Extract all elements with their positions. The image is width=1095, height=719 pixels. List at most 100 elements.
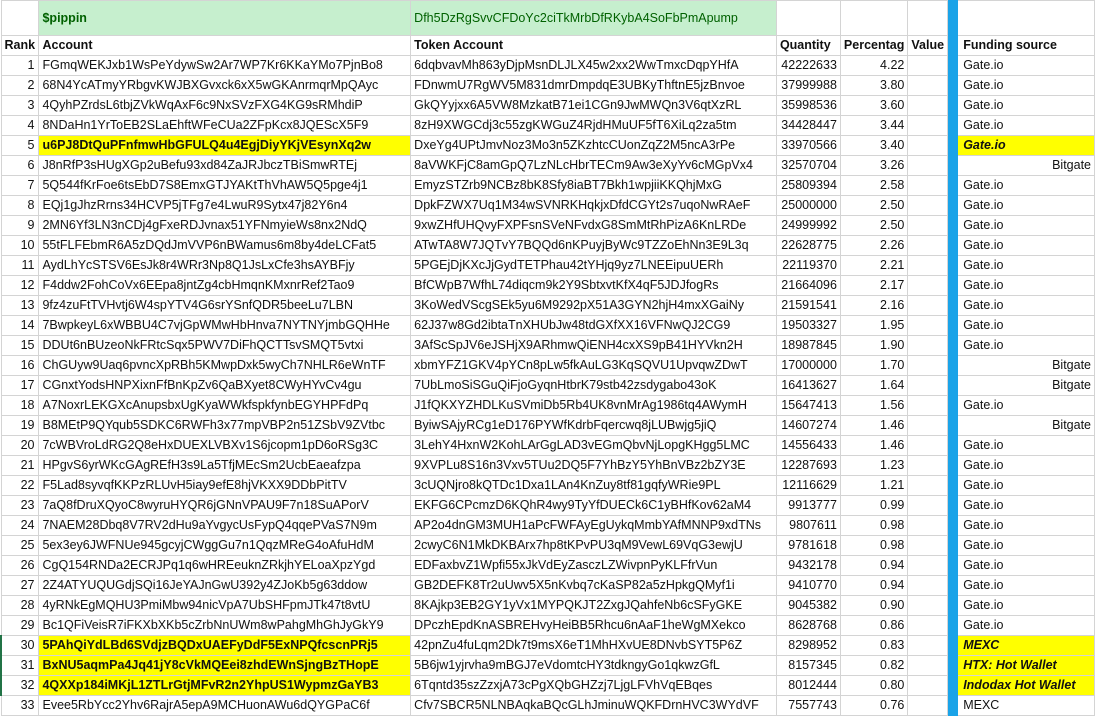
account-cell[interactable]: 2Z4ATYUQUGdjSQi16JeYAJnGwU392y4ZJoKb5g63… — [38, 575, 412, 596]
percentage-cell[interactable]: 1.95 — [839, 315, 909, 336]
header-funding[interactable]: Funding source — [957, 35, 1095, 56]
rank-cell[interactable]: 22 — [0, 475, 40, 496]
cell-empty[interactable] — [957, 0, 1095, 36]
value-cell[interactable] — [907, 615, 949, 636]
rank-cell[interactable]: 8 — [0, 195, 40, 216]
funding-source-cell[interactable]: Gate.io — [957, 455, 1095, 476]
token-account-cell[interactable]: GkQYyjxx6A5VW8MzkatB71ei1CGn9JwMWQn3V6qt… — [410, 95, 777, 116]
token-account-cell[interactable]: AP2o4dnGM3MUH1aPcFWFAyEgUykqMmbYAfMNNP9x… — [410, 515, 777, 536]
rank-cell[interactable]: 33 — [0, 695, 40, 716]
percentage-cell[interactable]: 0.86 — [839, 615, 909, 636]
percentage-cell[interactable]: 1.70 — [839, 355, 909, 376]
funding-source-cell[interactable]: Gate.io — [957, 135, 1095, 156]
account-cell[interactable]: F5Lad8syvqfKKPzRLUvH5iay9efE8hjVKXX9DDbP… — [38, 475, 412, 496]
account-cell[interactable]: 7NAEM28Dbq8V7RV2dHu9aYvgycUsFypQ4qqePVaS… — [38, 515, 412, 536]
value-cell[interactable] — [907, 275, 949, 296]
quantity-cell[interactable]: 9781618 — [775, 535, 841, 556]
value-cell[interactable] — [907, 415, 949, 436]
quantity-cell[interactable]: 12287693 — [775, 455, 841, 476]
quantity-cell[interactable]: 22119370 — [775, 255, 841, 276]
token-account-cell[interactable]: Cfv7SBCR5NLNBAqkaBQcGLhJminuWQKFDrnHVC3W… — [410, 695, 777, 716]
rank-cell[interactable]: 6 — [0, 155, 40, 176]
rank-cell[interactable]: 7 — [0, 175, 40, 196]
cell-empty[interactable] — [775, 0, 841, 36]
value-cell[interactable] — [907, 155, 949, 176]
rank-cell[interactable]: 14 — [0, 315, 40, 336]
percentage-cell[interactable]: 2.58 — [839, 175, 909, 196]
token-account-cell[interactable]: 3AfScSpJV6eJSHjX9ARhmwQiENH4cxXS9pB41HYV… — [410, 335, 777, 356]
token-account-cell[interactable]: 42pnZu4fuLqm2Dk7t9msX6eT1MhHXvUE8DNvbSYT… — [410, 635, 777, 656]
funding-source-cell[interactable]: Gate.io — [957, 555, 1095, 576]
rank-cell[interactable]: 1 — [0, 55, 40, 76]
funding-source-cell[interactable]: Bitgate — [957, 355, 1095, 376]
account-cell[interactable]: 4QyhPZrdsL6tbjZVkWqAxF6c9NxSVzFXG4KG9sRM… — [38, 95, 412, 116]
funding-source-cell[interactable]: Gate.io — [957, 55, 1095, 76]
funding-source-cell[interactable]: MEXC — [957, 635, 1095, 656]
rank-cell[interactable]: 20 — [0, 435, 40, 456]
quantity-cell[interactable]: 24999992 — [775, 215, 841, 236]
token-account-cell[interactable]: xbmYFZ1GKV4pYCn8pLw5fkAuLG3KqSQVU1UpvqwZ… — [410, 355, 777, 376]
rank-cell[interactable]: 18 — [0, 395, 40, 416]
quantity-cell[interactable]: 9807611 — [775, 515, 841, 536]
value-cell[interactable] — [907, 535, 949, 556]
value-cell[interactable] — [907, 695, 949, 716]
value-cell[interactable] — [907, 655, 949, 676]
cell-empty[interactable] — [839, 0, 909, 36]
percentage-cell[interactable]: 2.50 — [839, 215, 909, 236]
quantity-cell[interactable]: 12116629 — [775, 475, 841, 496]
rank-cell[interactable]: 26 — [0, 555, 40, 576]
value-cell[interactable] — [907, 515, 949, 536]
value-cell[interactable] — [907, 175, 949, 196]
token-account-cell[interactable]: J1fQKXYZHDLKuSVmiDb5Rb4UK8vnMrAg1986tq4A… — [410, 395, 777, 416]
rank-cell[interactable]: 5 — [0, 135, 40, 156]
quantity-cell[interactable]: 8298952 — [775, 635, 841, 656]
percentage-cell[interactable]: 3.44 — [839, 115, 909, 136]
value-cell[interactable] — [907, 675, 949, 696]
percentage-cell[interactable]: 3.40 — [839, 135, 909, 156]
token-account-cell[interactable]: ATwTA8W7JQTvY7BQQd6nKPuyjByWc9TZZoEhNn3E… — [410, 235, 777, 256]
funding-source-cell[interactable]: Gate.io — [957, 395, 1095, 416]
account-cell[interactable]: CgQ154RNDa2ECRJPq1q6wHREeuknZRkjhYELoaXp… — [38, 555, 412, 576]
quantity-cell[interactable]: 9432178 — [775, 555, 841, 576]
token-account-cell[interactable]: DpkFZWX7Uq1M34wSVNRKHqkjxDfdCGYt2s7uqoNw… — [410, 195, 777, 216]
account-cell[interactable]: Evee5RbYcc2Yhv6RajrA5epA9MCHuonAWu6dQYGP… — [38, 695, 412, 716]
quantity-cell[interactable]: 9913777 — [775, 495, 841, 516]
account-cell[interactable]: Bc1QFiVeisR7iFKXbXKb5cZrbNnUWm8wPahgMhGh… — [38, 615, 412, 636]
funding-source-cell[interactable]: Gate.io — [957, 275, 1095, 296]
rank-cell[interactable]: 19 — [0, 415, 40, 436]
account-cell[interactable]: u6PJ8DtQuPFnfmwHbGFULQ4u4EgjDiyYKjVEsynX… — [38, 135, 412, 156]
header-account[interactable]: Account — [38, 35, 412, 56]
rank-cell[interactable]: 30 — [0, 635, 40, 656]
funding-source-cell[interactable]: Gate.io — [957, 335, 1095, 356]
account-cell[interactable]: 7BwpkeyL6xWBBU4C7vjGpWMwHbHnva7NYTNYjmbG… — [38, 315, 412, 336]
header-percentage[interactable]: Percentag — [839, 35, 909, 56]
token-account-cell[interactable]: 9xwZHfUHQvyFXPFsnSVeNFvdxG8SmMtRhPizA6Kn… — [410, 215, 777, 236]
funding-source-cell[interactable]: Gate.io — [957, 295, 1095, 316]
token-account-cell[interactable]: 3KoWedVScgSEk5yu6M9292pX51A3GYN2hjH4mxXG… — [410, 295, 777, 316]
percentage-cell[interactable]: 0.82 — [839, 655, 909, 676]
percentage-cell[interactable]: 3.26 — [839, 155, 909, 176]
token-account-cell[interactable]: 7UbLmoSiSGuQiFjoGyqnHtbrK79stb42zsdygabo… — [410, 375, 777, 396]
value-cell[interactable] — [907, 555, 949, 576]
percentage-cell[interactable]: 0.98 — [839, 515, 909, 536]
rank-cell[interactable]: 16 — [0, 355, 40, 376]
value-cell[interactable] — [907, 575, 949, 596]
rank-cell[interactable]: 23 — [0, 495, 40, 516]
account-cell[interactable]: F4ddw2FohCoVx6EEpa8jntZg4cbHmqnKMxnrRef2… — [38, 275, 412, 296]
percentage-cell[interactable]: 2.26 — [839, 235, 909, 256]
account-cell[interactable]: HPgvS6yrWKcGAgREfH3s9La5TfjMEcSm2UcbEaea… — [38, 455, 412, 476]
percentage-cell[interactable]: 1.56 — [839, 395, 909, 416]
value-cell[interactable] — [907, 355, 949, 376]
rank-cell[interactable]: 2 — [0, 75, 40, 96]
rank-cell[interactable]: 3 — [0, 95, 40, 116]
funding-source-cell[interactable]: Gate.io — [957, 495, 1095, 516]
percentage-cell[interactable]: 0.99 — [839, 495, 909, 516]
token-account-cell[interactable]: 8aVWKFjC8amGpQ7LzNLcHbrTECm9Aw3eXyYv6cMG… — [410, 155, 777, 176]
quantity-cell[interactable]: 25000000 — [775, 195, 841, 216]
percentage-cell[interactable]: 3.80 — [839, 75, 909, 96]
value-cell[interactable] — [907, 255, 949, 276]
funding-source-cell[interactable]: Gate.io — [957, 595, 1095, 616]
account-cell[interactable]: DDUt6nBUzeoNkFRtcSqx5PWV7DiFhQCTTsvSMQT5… — [38, 335, 412, 356]
token-account-cell[interactable]: EmyzSTZrb9NCBz8bK8Sfy8iaBT7Bkh1wpjiiKKQh… — [410, 175, 777, 196]
account-cell[interactable]: AydLhYcSTSV6EsJk8r4WRr3Np8Q1JsLxCfe3hsAY… — [38, 255, 412, 276]
